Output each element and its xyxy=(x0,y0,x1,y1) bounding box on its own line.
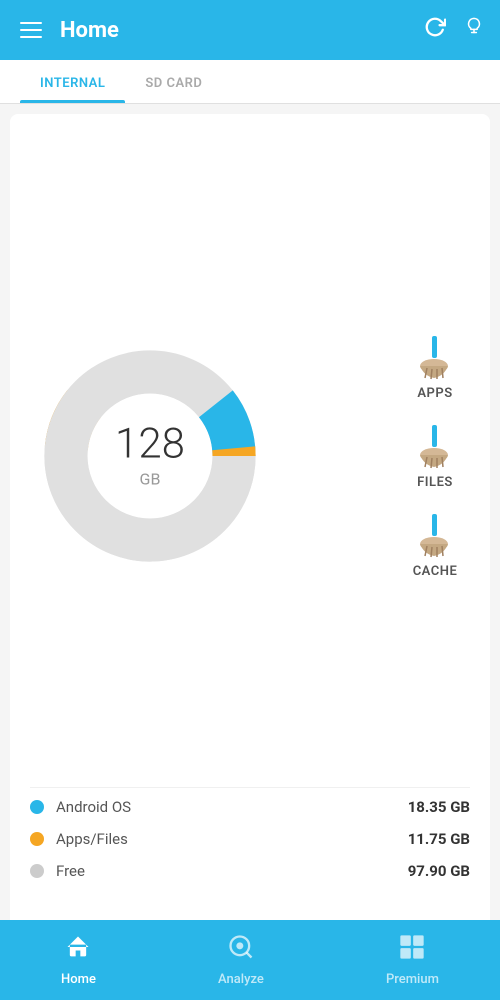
chart-area: 128 GB APPS xyxy=(30,134,470,787)
header-icons xyxy=(424,16,484,44)
apps-button[interactable]: APPS xyxy=(410,332,460,401)
android-os-dot xyxy=(30,800,44,814)
home-icon xyxy=(64,933,92,968)
storage-unit: GB xyxy=(115,469,185,488)
bottom-navigation: Home Analyze Premium xyxy=(0,920,500,1000)
storage-legend: Android OS 18.35 GB Apps/Files 11.75 GB … xyxy=(30,787,470,914)
analyze-icon xyxy=(227,933,255,968)
storage-value: 128 xyxy=(115,423,185,465)
free-dot xyxy=(30,864,44,878)
android-os-name: Android OS xyxy=(56,798,408,816)
apps-files-name: Apps/Files xyxy=(56,830,408,848)
free-name: Free xyxy=(56,862,408,880)
lightbulb-icon[interactable] xyxy=(464,16,484,44)
premium-icon xyxy=(398,933,426,968)
broom-files-icon xyxy=(410,421,460,471)
analyze-nav-label: Analyze xyxy=(218,972,264,987)
legend-android-os: Android OS 18.35 GB xyxy=(30,798,470,816)
free-value: 97.90 GB xyxy=(408,862,470,880)
cache-button[interactable]: CACHE xyxy=(410,510,460,579)
files-label: FILES xyxy=(417,475,453,490)
legend-free: Free 97.90 GB xyxy=(30,862,470,880)
legend-apps-files: Apps/Files 11.75 GB xyxy=(30,830,470,848)
chart-center-label: 128 GB xyxy=(115,423,185,488)
premium-nav-label: Premium xyxy=(386,972,439,987)
tab-internal[interactable]: INTERNAL xyxy=(20,60,125,103)
refresh-icon[interactable] xyxy=(424,16,446,44)
donut-chart: 128 GB xyxy=(30,336,270,576)
broom-apps-icon xyxy=(410,332,460,382)
main-card: 128 GB APPS xyxy=(10,114,490,934)
header: Home xyxy=(0,0,500,60)
apps-files-value: 11.75 GB xyxy=(408,830,470,848)
nav-home[interactable]: Home xyxy=(61,933,96,987)
tab-sdcard[interactable]: SD CARD xyxy=(125,60,222,103)
apps-files-dot xyxy=(30,832,44,846)
nav-premium[interactable]: Premium xyxy=(386,933,439,987)
tabs-bar: INTERNAL SD CARD xyxy=(0,60,500,104)
nav-analyze[interactable]: Analyze xyxy=(218,933,264,987)
home-nav-label: Home xyxy=(61,972,96,987)
android-os-value: 18.35 GB xyxy=(408,798,470,816)
action-buttons: APPS FILES xyxy=(410,332,470,579)
files-button[interactable]: FILES xyxy=(410,421,460,490)
menu-button[interactable] xyxy=(16,18,46,42)
cache-label: CACHE xyxy=(413,564,458,579)
page-title: Home xyxy=(60,18,424,43)
broom-cache-icon xyxy=(410,510,460,560)
apps-label: APPS xyxy=(417,386,452,401)
